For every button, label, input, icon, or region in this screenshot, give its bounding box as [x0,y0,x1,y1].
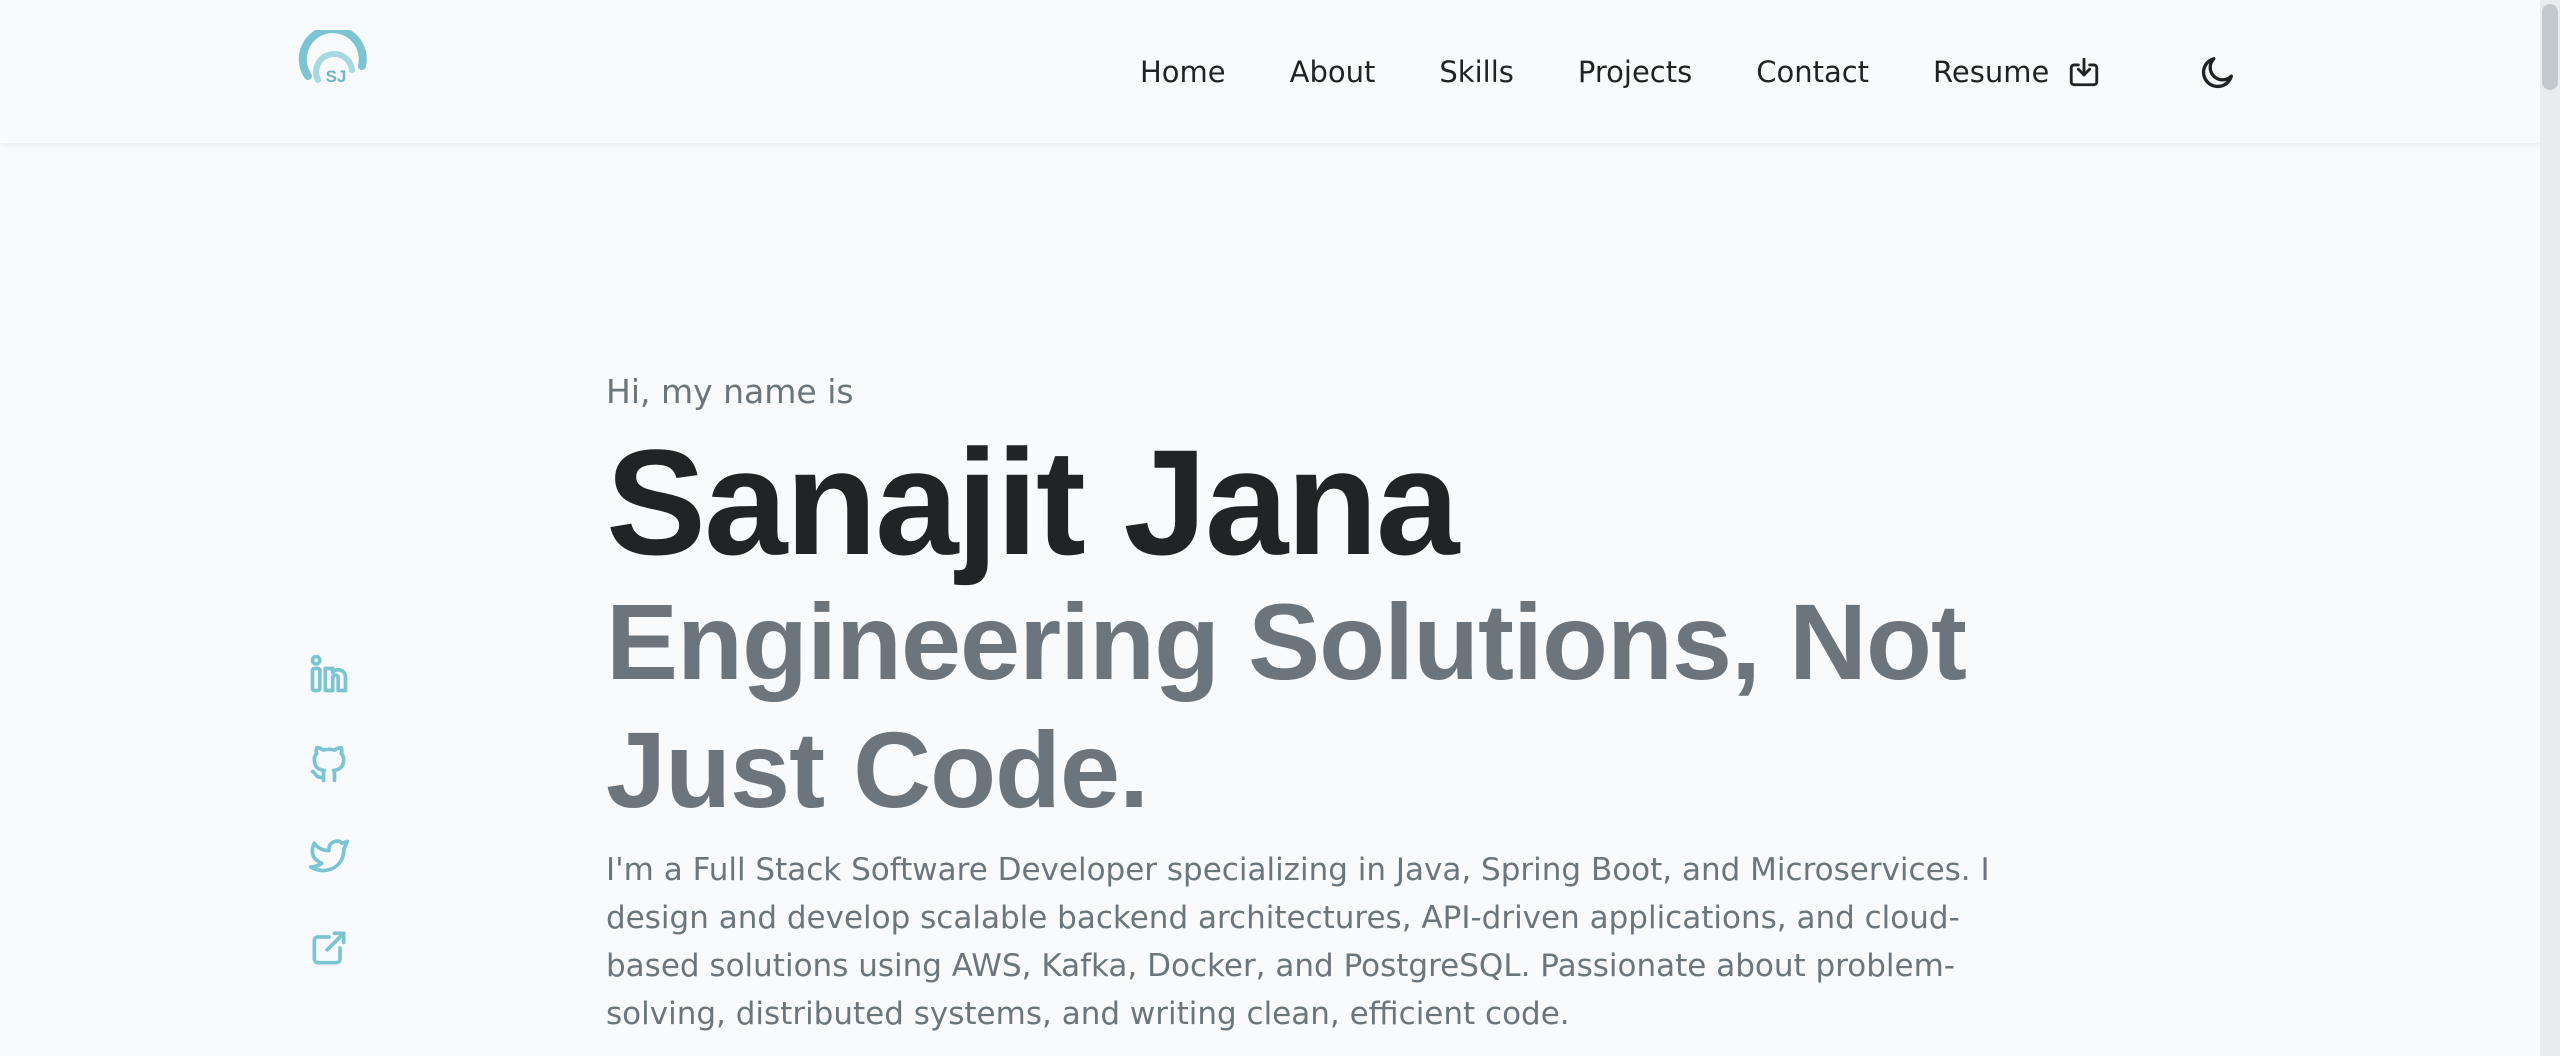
external-link-icon[interactable] [307,926,351,970]
nav-resume-label: Resume [1933,54,2050,89]
nav-skills[interactable]: Skills [1439,55,1513,89]
hero-bio: I'm a Full Stack Software Developer spec… [606,852,1990,1032]
nav-contact[interactable]: Contact [1756,55,1869,89]
moon-icon[interactable] [2198,52,2238,92]
nav-home[interactable]: Home [1140,55,1226,89]
nav-projects[interactable]: Projects [1578,55,1692,89]
main-nav: Home About Skills Projects Contact Resum… [1140,0,2101,143]
hero-greeting: Hi, my name is [606,372,854,411]
scrollbar-thumb[interactable] [2542,4,2558,90]
top-navbar: SJ Home About Skills Projects Contact Re… [0,0,2540,143]
github-icon[interactable] [307,742,351,786]
page-scrollbar[interactable] [2540,0,2560,1056]
hero-name: Sanajit Jana [606,418,1459,586]
download-icon [2070,57,2099,86]
hero-section: Hi, my name is Sanajit Jana Engineering … [606,368,2026,1038]
hero-tagline: Engineering Solutions, Not Just Code. [606,581,1967,830]
nav-resume-button[interactable]: Resume [1933,55,2101,89]
logo-text: SJ [326,67,347,86]
nav-about[interactable]: About [1290,55,1376,89]
logo[interactable]: SJ [298,30,370,102]
linkedin-icon[interactable] [307,652,351,696]
twitter-icon[interactable] [307,834,351,878]
